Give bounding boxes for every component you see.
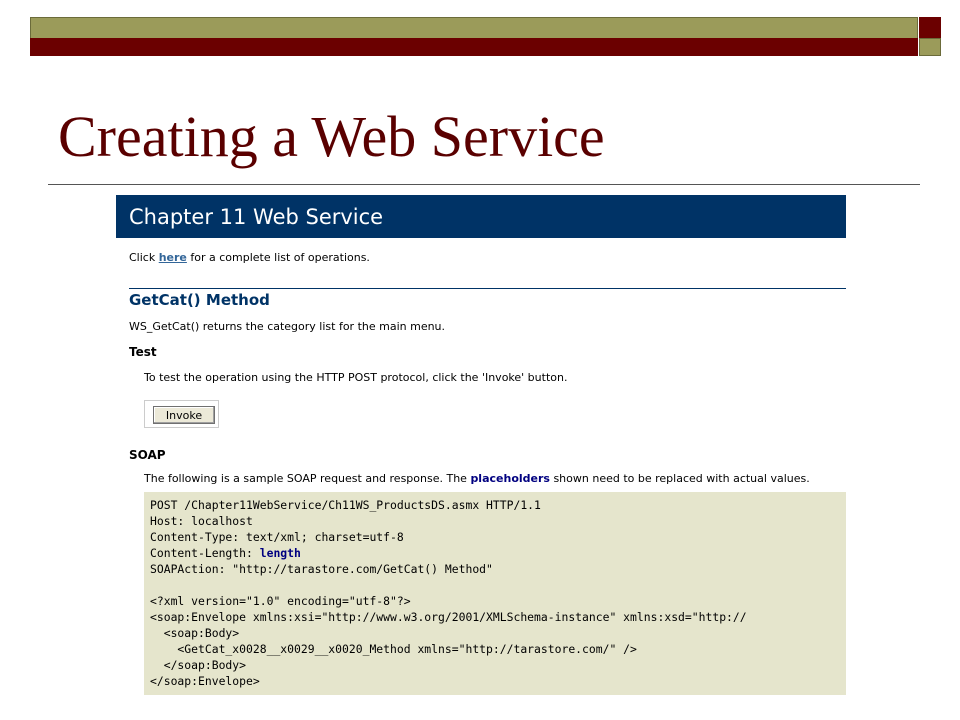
operations-list-link[interactable]: here <box>159 251 187 264</box>
length-placeholder: length <box>259 546 301 560</box>
soap-desc-before: The following is a sample SOAP request a… <box>144 472 471 485</box>
code-line: <soap:Envelope xmlns:xsi="http://www.w3.… <box>150 610 747 624</box>
corner-olive-square <box>919 38 941 56</box>
code-line: SOAPAction: "http://tarastore.com/GetCat… <box>150 562 493 576</box>
placeholders-term: placeholders <box>470 472 550 485</box>
page-header-title: Chapter 11 Web Service <box>129 205 384 229</box>
code-line: <GetCat_x0028__x0029__x0020_Method xmlns… <box>150 642 637 656</box>
top-red-bar <box>30 38 918 56</box>
code-line: <soap:Body> <box>150 626 240 640</box>
intro-text-before: Click <box>129 251 159 264</box>
web-service-page: Chapter 11 Web Service Click here for a … <box>116 195 846 695</box>
page-header: Chapter 11 Web Service <box>116 195 846 238</box>
code-line: </soap:Body> <box>150 658 247 672</box>
soap-heading: SOAP <box>129 448 166 462</box>
code-line: POST /Chapter11WebService/Ch11WS_Product… <box>150 498 541 512</box>
code-line: Content-Length: length <box>150 545 301 561</box>
method-description: WS_GetCat() returns the category list fo… <box>129 320 446 333</box>
invoke-button[interactable]: Invoke <box>153 406 215 424</box>
top-olive-bar <box>30 17 918 39</box>
method-divider <box>129 288 846 289</box>
invoke-form: Invoke <box>144 400 219 428</box>
code-line: <?xml version="1.0" encoding="utf-8"?> <box>150 594 411 608</box>
test-description: To test the operation using the HTTP POS… <box>144 371 568 384</box>
soap-desc-after: shown need to be replaced with actual va… <box>549 472 810 485</box>
title-divider <box>48 184 920 185</box>
soap-description: The following is a sample SOAP request a… <box>144 472 810 485</box>
intro-text-after: for a complete list of operations. <box>186 251 370 264</box>
code-line: Content-Type: text/xml; charset=utf-8 <box>150 530 404 544</box>
code-line: Host: localhost <box>150 514 253 528</box>
operations-intro: Click here for a complete list of operat… <box>129 251 370 264</box>
test-heading: Test <box>129 345 157 359</box>
method-title: GetCat() Method <box>129 291 270 309</box>
soap-request-sample: POST /Chapter11WebService/Ch11WS_Product… <box>144 492 846 695</box>
code-line: </soap:Envelope> <box>150 674 260 688</box>
code-text: Content-Length: <box>150 546 260 560</box>
corner-red-square <box>919 17 941 39</box>
slide-title: Creating a Web Service <box>58 104 605 169</box>
